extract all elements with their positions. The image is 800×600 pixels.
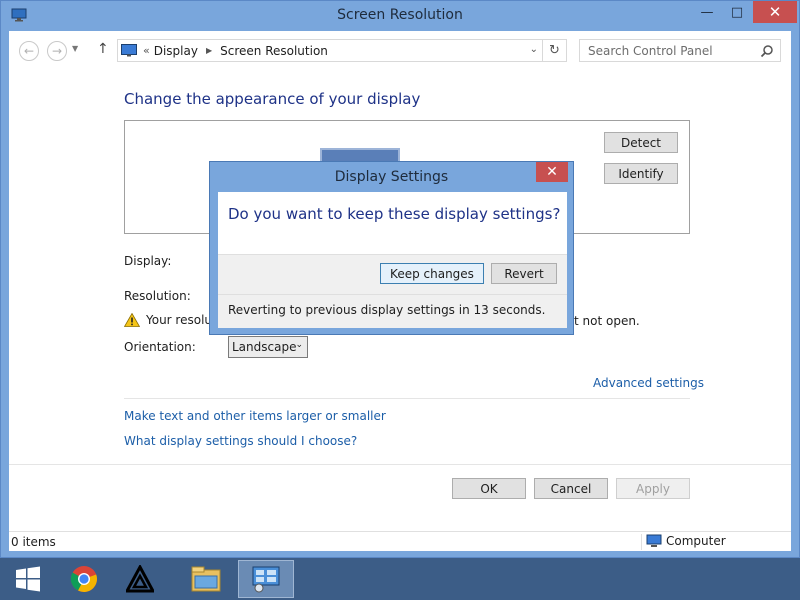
refresh-icon[interactable]: ↻ [543,39,567,62]
computer-icon [646,534,662,547]
dialog-question: Do you want to keep these display settin… [228,205,561,223]
dialog-title: Display Settings [334,169,449,185]
item-count: 0 items [11,535,56,549]
minimize-button[interactable]: — [693,1,721,23]
warning-text: Your resolut [146,313,217,327]
orientation-label: Orientation: [124,340,196,354]
chevron-down-icon: ⌄ [295,340,303,350]
delta-logo-icon [126,565,154,593]
chevron-down-icon[interactable]: ⌄ [530,44,538,55]
divider [9,464,791,465]
dialog-body: Do you want to keep these display settin… [218,192,567,328]
windows-logo-icon [16,566,40,592]
orientation-value: Landscape [232,340,297,354]
display-settings-dialog: Display Settings ✕ Do you want to keep t… [209,161,574,335]
breadcrumb-screen-resolution[interactable]: Screen Resolution [220,44,328,58]
taskbar [0,558,800,600]
windows-start-icon[interactable] [0,560,56,598]
dialog-close-button[interactable]: ✕ [536,162,568,182]
orientation-select[interactable]: Landscape ⌄ [228,336,308,358]
folder-icon [191,566,221,592]
keep-changes-button[interactable]: Keep changes [380,263,484,284]
resolution-label: Resolution: [124,289,191,303]
close-button[interactable]: ✕ [753,1,797,23]
identify-button[interactable]: Identify [604,163,678,184]
address-bar[interactable]: « Display ▶ Screen Resolution ⌄ [117,39,543,62]
navigation-bar: ← → ▼ ↑ « Display ▶ Screen Resolution ⌄ … [9,31,791,71]
divider [124,398,690,399]
recent-pages-icon[interactable]: ▼ [72,44,78,53]
warning-row: Your resolut [124,313,217,327]
location-label: Computer [666,534,726,548]
divider [641,534,642,550]
breadcrumb-display[interactable]: Display [154,44,198,58]
search-placeholder: Search Control Panel [588,43,713,58]
apply-button[interactable]: Apply [616,478,690,499]
advanced-settings-link[interactable]: Advanced settings [593,376,704,390]
chrome-icon[interactable] [56,560,112,598]
control-panel-icon [252,566,280,593]
triangle-app-icon[interactable] [112,560,168,598]
detect-button[interactable]: Detect [604,132,678,153]
up-arrow-icon[interactable]: ↑ [97,41,109,57]
title-bar[interactable]: Screen Resolution — □ ✕ [1,1,799,31]
display-label: Display: [124,254,172,268]
cancel-button[interactable]: Cancel [534,478,608,499]
warning-text-tail: t not open. [574,314,640,328]
control-panel-taskbar-icon[interactable] [238,560,294,598]
file-explorer-icon[interactable] [178,560,234,598]
status-location: Computer [646,534,726,548]
window-title: Screen Resolution [337,7,463,23]
warning-icon [124,313,140,327]
ok-button[interactable]: OK [452,478,526,499]
search-icon[interactable] [760,44,774,58]
forward-arrow-icon[interactable]: → [47,41,67,61]
status-bar: 0 items Computer [9,531,791,551]
search-input[interactable]: Search Control Panel [579,39,781,62]
page-title: Change the appearance of your display [124,90,421,108]
chevron-right-icon[interactable]: ▶ [206,46,212,55]
chrome-logo-icon [70,566,97,592]
back-arrow-icon[interactable]: ← [19,41,39,61]
text-size-link[interactable]: Make text and other items larger or smal… [124,409,386,423]
help-link[interactable]: What display settings should I choose? [124,434,357,448]
breadcrumb-overflow[interactable]: « [143,44,150,57]
revert-button[interactable]: Revert [491,263,557,284]
dialog-button-bar: Keep changes Revert [218,254,567,294]
control-panel-icon [121,44,137,57]
maximize-button[interactable]: □ [723,1,751,23]
countdown-text: Reverting to previous display settings i… [218,294,567,328]
